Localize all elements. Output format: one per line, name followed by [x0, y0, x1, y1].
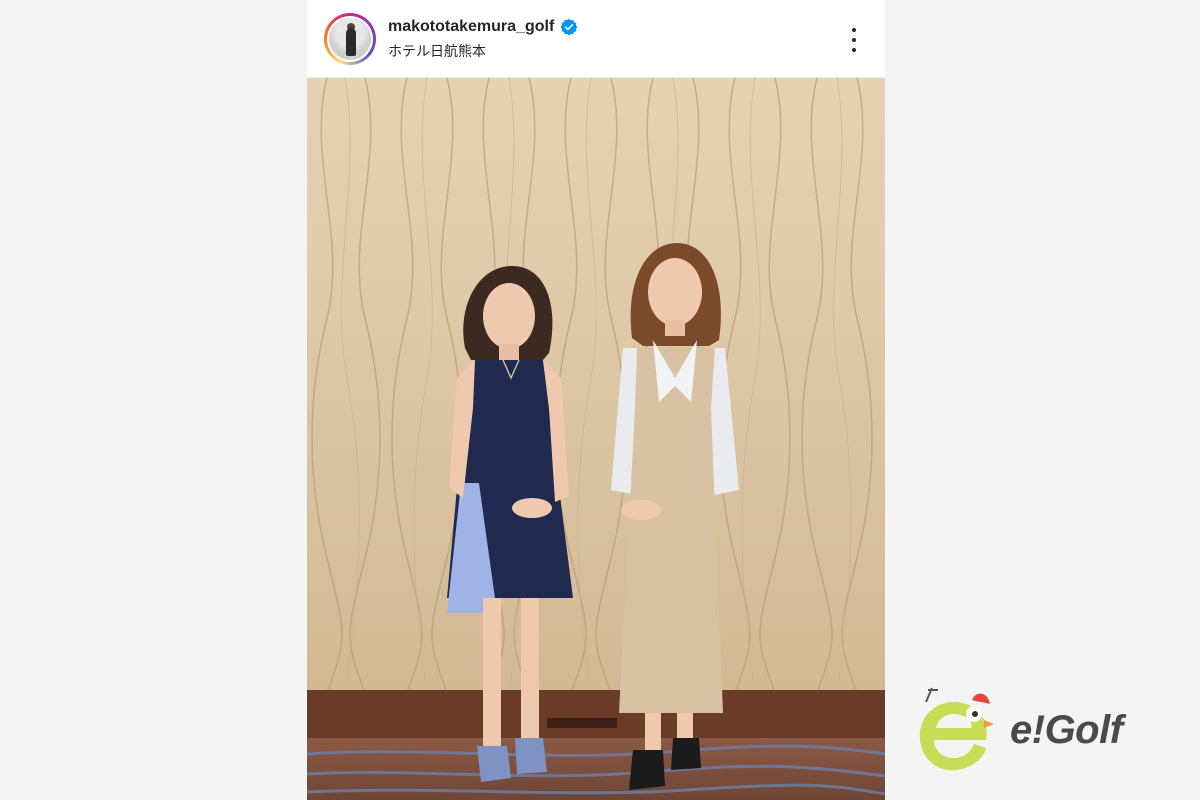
photo-illustration	[307, 78, 885, 800]
wallpaper-background	[307, 78, 885, 693]
egolf-logo-text: e!Golf	[1010, 708, 1123, 752]
username-link[interactable]: makototakemura_golf	[388, 18, 554, 36]
egolf-logo: e!Golf	[914, 686, 1184, 776]
avatar-person-body	[346, 28, 356, 56]
egolf-mascot-icon	[919, 687, 994, 771]
more-vertical-icon-dot	[852, 48, 856, 52]
username-row: makototakemura_golf	[388, 18, 578, 36]
verified-badge-icon	[560, 18, 578, 36]
more-vertical-icon-dot	[852, 38, 856, 42]
more-options-button[interactable]	[840, 24, 868, 56]
more-vertical-icon	[852, 28, 856, 32]
instagram-post: makototakemura_golf ホテル日航熊本	[307, 0, 885, 800]
avatar-photo	[329, 18, 371, 60]
location-link[interactable]: ホテル日航熊本	[388, 41, 486, 61]
baseboard-vent	[547, 718, 617, 728]
post-photo[interactable]	[307, 78, 885, 800]
profile-avatar[interactable]	[324, 13, 376, 65]
post-header: makototakemura_golf ホテル日航熊本	[307, 0, 885, 78]
avatar-frame	[327, 16, 373, 62]
baseboard	[307, 690, 885, 738]
